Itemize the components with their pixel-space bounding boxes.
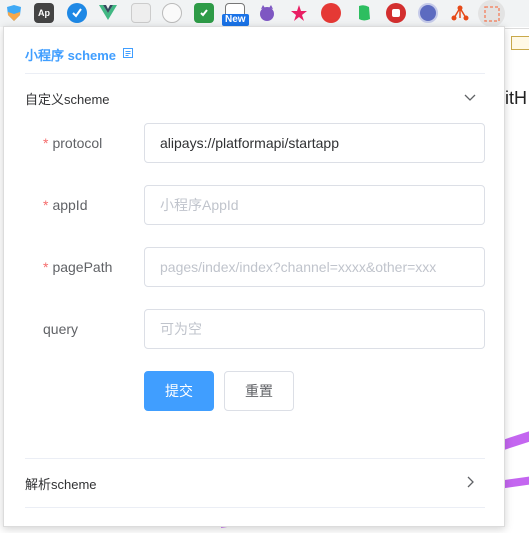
extension-clock-icon[interactable] — [418, 3, 438, 23]
extension-vue-icon[interactable] — [98, 3, 118, 23]
appid-input[interactable] — [144, 185, 485, 225]
reset-button[interactable]: 重置 — [224, 371, 294, 411]
custom-scheme-header[interactable]: 自定义scheme — [25, 74, 485, 122]
popup-title: 小程序 scheme — [25, 45, 134, 64]
extension-cat-icon[interactable] — [257, 3, 277, 23]
extension-evernote-icon[interactable] — [354, 3, 374, 23]
new-badge: New — [222, 14, 249, 26]
form-actions: 提交 重置 — [25, 371, 485, 411]
pagepath-label: * pagePath — [43, 259, 113, 275]
protocol-row: * protocol — [25, 123, 485, 163]
background-page-text: itH — [505, 88, 527, 108]
parse-scheme-title: 解析scheme — [25, 476, 97, 492]
query-label: query — [43, 321, 79, 337]
custom-scheme-title: 自定义scheme — [25, 91, 110, 107]
extension-stop-icon[interactable] — [386, 3, 406, 23]
background-folder — [511, 36, 529, 50]
parse-scheme-header[interactable]: 解析scheme — [25, 459, 485, 507]
extension-more-icon[interactable] — [512, 3, 526, 23]
query-input[interactable] — [144, 309, 485, 349]
chevron-right-icon — [463, 475, 485, 492]
required-mark: * — [43, 135, 49, 151]
extension-face-icon[interactable] — [162, 3, 182, 23]
submit-button[interactable]: 提交 — [144, 371, 214, 411]
required-mark: * — [43, 259, 49, 275]
extension-network-icon[interactable] — [450, 3, 470, 23]
extension-ap-icon[interactable]: Ap — [34, 3, 54, 23]
pagepath-input[interactable] — [144, 247, 485, 287]
extension-shield-icon[interactable] — [4, 3, 24, 23]
extension-grid-icon[interactable] — [131, 3, 151, 23]
chevron-down-icon — [463, 90, 485, 107]
popup-title-text: 小程序 scheme — [25, 48, 117, 63]
background-divider — [505, 28, 529, 29]
extension-star-icon[interactable] — [289, 3, 309, 23]
appid-label: * appId — [43, 197, 88, 213]
section-divider — [25, 507, 485, 508]
copy-icon[interactable] — [122, 47, 134, 62]
protocol-label: * protocol — [43, 135, 103, 151]
extension-shield-green-icon[interactable] — [194, 3, 214, 23]
pagepath-row: * pagePath — [25, 247, 485, 287]
extension-check-icon[interactable] — [67, 3, 87, 23]
extension-hat-icon[interactable] — [321, 3, 341, 23]
query-row: query — [25, 309, 485, 349]
appid-row: * appId — [25, 185, 485, 225]
protocol-input[interactable] — [144, 123, 485, 163]
extension-popup: 小程序 scheme 自定义scheme *protocol *appId *p… — [3, 26, 505, 527]
extension-scheme-icon[interactable] — [482, 4, 502, 24]
required-mark: * — [43, 197, 49, 213]
extension-toolbar: Ap New — [0, 0, 529, 27]
